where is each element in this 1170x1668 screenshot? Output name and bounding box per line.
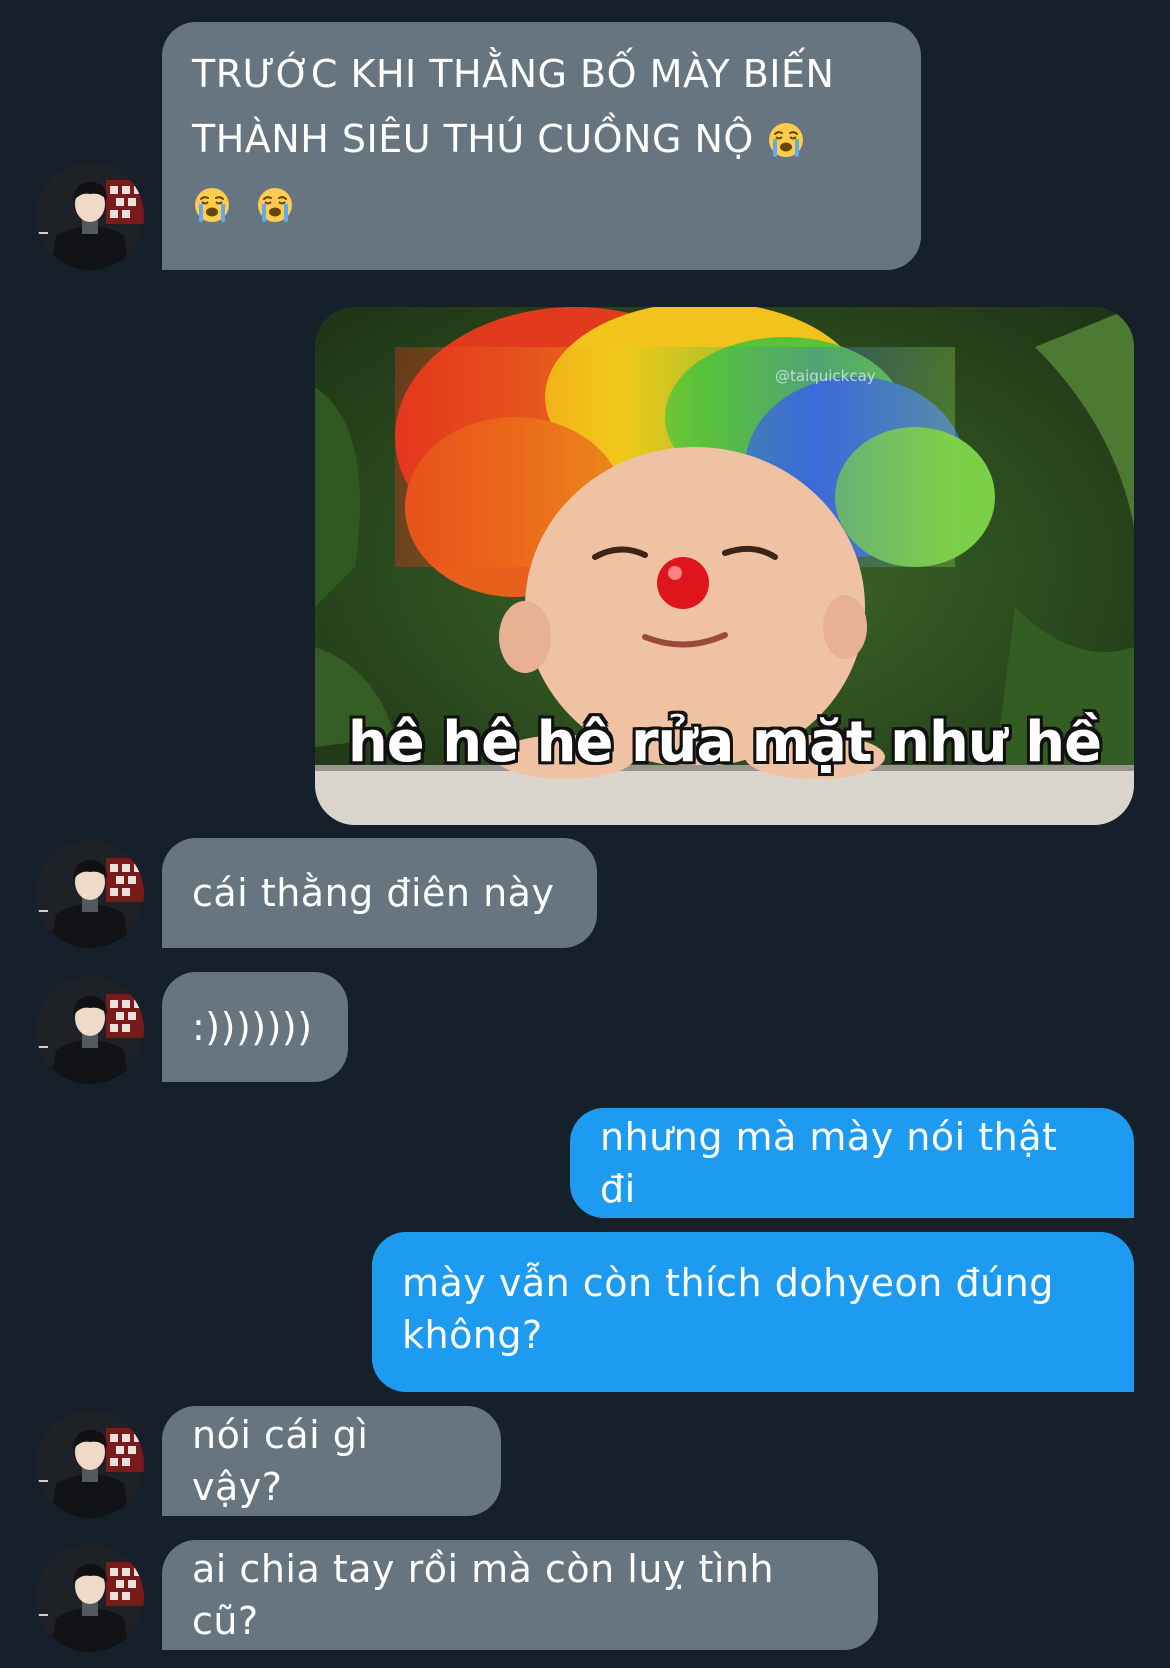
image-watermark: @taiquickcay xyxy=(775,367,876,385)
message-line: không? xyxy=(402,1313,543,1357)
message-text: nhưng mà mày nói thật đi xyxy=(600,1115,1058,1211)
image-message[interactable]: @taiquickcay hê hê hê rửa mặt như hề xyxy=(315,307,1134,825)
message-bubble-outgoing[interactable]: nhưng mà mày nói thật đi xyxy=(570,1108,1134,1218)
message-line xyxy=(192,178,834,230)
message-text: :))))))) xyxy=(192,1005,313,1049)
contact-avatar[interactable] xyxy=(36,976,144,1084)
message-text: cái thằng điên này xyxy=(192,871,555,915)
contact-avatar[interactable] xyxy=(36,1410,144,1518)
message-bubble-incoming[interactable]: TRƯỚC KHI THẰNG BỐ MÀY BIẾN THÀNH SIÊU T… xyxy=(162,22,921,270)
contact-avatar[interactable] xyxy=(36,162,144,270)
message-bubble-outgoing[interactable]: mày vẫn còn thích dohyeon đúng không? xyxy=(372,1232,1134,1392)
message-bubble-incoming[interactable]: nói cái gì vậy? xyxy=(162,1406,501,1516)
message-bubble-incoming[interactable]: cái thằng điên này xyxy=(162,838,597,948)
message-text: mày vẫn còn thích dohyeon đúng không? xyxy=(402,1257,1054,1361)
image-caption: hê hê hê rửa mặt như hề xyxy=(347,710,1102,775)
contact-avatar[interactable] xyxy=(36,1544,144,1652)
loudly-crying-face-icon xyxy=(192,185,232,225)
message-text: nói cái gì vậy? xyxy=(192,1413,369,1509)
message-text: TRƯỚC KHI THẰNG BỐ MÀY BIẾN THÀNH SIÊU T… xyxy=(192,48,834,230)
message-bubble-incoming[interactable]: :))))))) xyxy=(162,972,348,1082)
message-line: THÀNH SIÊU THÚ CUỒNG NỘ xyxy=(192,113,834,165)
loudly-crying-face-icon xyxy=(255,185,295,225)
message-text: ai chia tay rồi mà còn luỵ tình cũ? xyxy=(192,1547,775,1643)
message-line: mày vẫn còn thích dohyeon đúng xyxy=(402,1261,1054,1305)
message-line: TRƯỚC KHI THẰNG BỐ MÀY BIẾN xyxy=(192,52,835,96)
message-bubble-incoming[interactable]: ai chia tay rồi mà còn luỵ tình cũ? xyxy=(162,1540,878,1650)
loudly-crying-face-icon xyxy=(766,120,806,160)
contact-avatar[interactable] xyxy=(36,840,144,948)
